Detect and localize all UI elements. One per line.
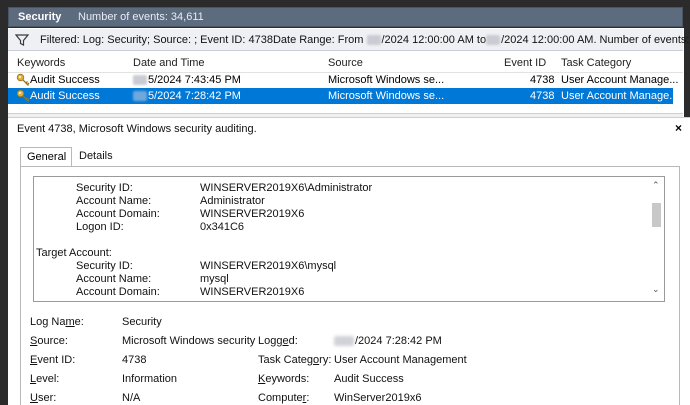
msg-label: Logon ID: bbox=[76, 221, 124, 233]
row-date: 5/2024 7:28:42 PM bbox=[133, 90, 241, 102]
column-date-time[interactable]: Date and Time bbox=[133, 57, 205, 69]
keywords-label: Keywords: bbox=[258, 373, 310, 385]
logged-label: Logged: bbox=[258, 335, 298, 347]
logged-value: /2024 7:28:42 PM bbox=[334, 335, 442, 347]
msg-value: WINSERVER2019X6 bbox=[200, 286, 305, 298]
tab-general[interactable]: General bbox=[20, 147, 72, 167]
column-keywords[interactable]: Keywords bbox=[17, 57, 65, 69]
event-id-label: Event ID: bbox=[30, 354, 76, 366]
window-title-strip: Security Number of events: 34,611 bbox=[0, 0, 690, 28]
row-keywords: Audit Success bbox=[30, 90, 100, 102]
level-label: Level: bbox=[30, 373, 60, 385]
row-keywords: Audit Success bbox=[30, 74, 100, 86]
key-icon bbox=[16, 89, 30, 102]
key-icon bbox=[16, 73, 30, 86]
msg-value: 0x341C6 bbox=[200, 221, 245, 233]
computer-value: WinServer2019x6 bbox=[334, 392, 422, 404]
filter-text-b: /2024 12:00:00 AM to bbox=[381, 34, 487, 46]
user-label: User: bbox=[30, 392, 57, 404]
filter-bar: Filtered: Log: Security; Source: ; Event… bbox=[8, 29, 690, 51]
row-event-id: 4738 bbox=[530, 90, 555, 102]
msg-label: Account Domain: bbox=[76, 286, 160, 298]
event-row-selected[interactable]: Audit Success 5/2024 7:28:42 PM Microsof… bbox=[8, 88, 678, 104]
column-event-id[interactable]: Event ID bbox=[504, 57, 546, 69]
computer-label: Computer: bbox=[258, 392, 310, 404]
msg-value: WINSERVER2019X6 bbox=[200, 208, 305, 220]
redacted-date bbox=[486, 35, 501, 46]
redacted-date bbox=[133, 91, 147, 102]
event-id-value: 4738 bbox=[122, 354, 147, 366]
event-message-box[interactable]: Security ID: WINSERVER2019X6\Administrat… bbox=[33, 176, 665, 302]
filter-description: Filtered: Log: Security; Source: ; Event… bbox=[40, 34, 690, 46]
close-icon[interactable]: × bbox=[675, 121, 682, 135]
filter-text-c: /2024 12:00:00 AM. Number of events: 2 bbox=[501, 34, 690, 46]
row-date-text: 5/2024 7:28:42 PM bbox=[148, 90, 241, 102]
source-label: Source: bbox=[30, 335, 68, 347]
row-event-id: 4738 bbox=[530, 74, 555, 86]
msg-label: Account Name: bbox=[76, 273, 152, 285]
msg-value: mysql bbox=[200, 273, 229, 285]
msg-label: Security ID: bbox=[76, 182, 133, 194]
column-task-category[interactable]: Task Category bbox=[561, 57, 631, 69]
task-category-label: Task Category: bbox=[258, 354, 332, 366]
task-category-value: User Account Management bbox=[334, 354, 467, 366]
row-source: Microsoft Windows se... bbox=[328, 90, 445, 102]
user-value: N/A bbox=[122, 392, 141, 404]
filter-funnel-icon bbox=[15, 34, 29, 46]
redacted-date bbox=[133, 75, 147, 86]
msg-section-label: Target Account: bbox=[36, 247, 112, 259]
redacted-date bbox=[334, 336, 354, 347]
event-row[interactable]: Audit Success 5/2024 7:43:45 PM Microsof… bbox=[8, 72, 683, 88]
column-source[interactable]: Source bbox=[328, 57, 363, 69]
log-name-value: Security bbox=[122, 316, 162, 328]
grid-header: Keywords Date and Time Source Event ID T… bbox=[8, 55, 683, 73]
message-scrollbar[interactable]: ⌃ ⌄ bbox=[648, 177, 664, 301]
scroll-up-icon[interactable]: ⌃ bbox=[652, 180, 660, 191]
log-name-label: Log Name: bbox=[30, 316, 84, 328]
log-title: Security bbox=[18, 11, 62, 23]
msg-label: Account Domain: bbox=[76, 208, 160, 220]
msg-value: Administrator bbox=[200, 195, 265, 207]
tab-details[interactable]: Details bbox=[73, 147, 117, 167]
event-detail-title: Event 4738, Microsoft Windows security a… bbox=[17, 123, 257, 135]
row-task-category: User Account Manage... bbox=[561, 90, 679, 102]
keywords-value: Audit Success bbox=[334, 373, 404, 385]
level-value: Information bbox=[122, 373, 178, 385]
redacted-date bbox=[366, 35, 381, 46]
source-value: Microsoft Windows security bbox=[122, 335, 256, 347]
log-title-bar: Security Number of events: 34,611 bbox=[8, 7, 683, 27]
scroll-down-icon[interactable]: ⌄ bbox=[652, 284, 660, 295]
general-tab-panel: Security ID: WINSERVER2019X6\Administrat… bbox=[20, 166, 680, 405]
msg-label: Security ID: bbox=[76, 260, 133, 272]
msg-value: WINSERVER2019X6\Administrator bbox=[200, 182, 373, 194]
row-task-category: User Account Manage... bbox=[561, 74, 679, 86]
scroll-thumb[interactable] bbox=[652, 203, 661, 227]
msg-value: WINSERVER2019X6\mysql bbox=[200, 260, 337, 272]
event-detail-pane: Event 4738, Microsoft Windows security a… bbox=[8, 117, 690, 405]
row-source: Microsoft Windows se... bbox=[328, 74, 445, 86]
row-date-text: 5/2024 7:43:45 PM bbox=[148, 74, 241, 86]
row-date: 5/2024 7:43:45 PM bbox=[133, 74, 241, 86]
event-count: Number of events: 34,611 bbox=[78, 11, 204, 23]
msg-label: Account Name: bbox=[76, 195, 152, 207]
filter-text-a: Filtered: Log: Security; Source: ; Event… bbox=[40, 34, 367, 46]
window-edge-left bbox=[0, 28, 8, 405]
